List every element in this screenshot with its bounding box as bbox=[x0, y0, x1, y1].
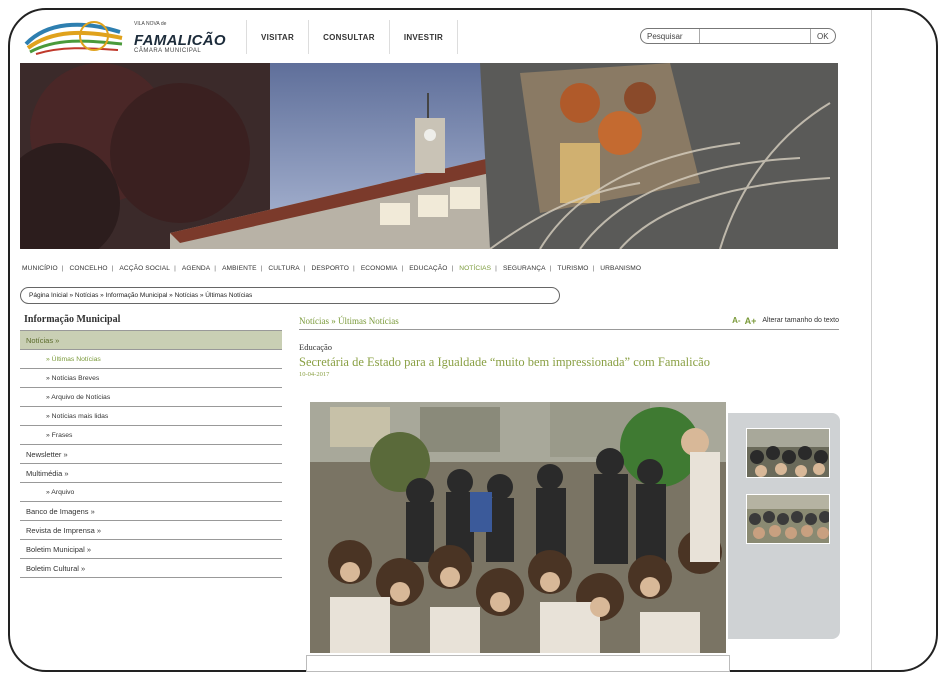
logo-small-text: VILA NOVA de bbox=[134, 21, 167, 27]
nav-separator: | bbox=[214, 265, 217, 272]
nav-noticias[interactable]: NOTÍCIAS bbox=[459, 265, 491, 272]
sidebar-item-ultimas-noticias[interactable]: » Últimas Notícias bbox=[20, 350, 282, 369]
gallery-thumbnail-1[interactable] bbox=[746, 428, 830, 478]
banner-image bbox=[20, 63, 838, 249]
nav-separator: | bbox=[592, 265, 595, 272]
sidebar-item-banco-imagens[interactable]: Banco de Imagens » bbox=[20, 502, 282, 521]
sidebar-item-multimedia[interactable]: Multimédia » bbox=[20, 464, 282, 483]
sidebar-item-arquivo-noticias[interactable]: » Arquivo de Notícias bbox=[20, 388, 282, 407]
tab-consultar[interactable]: CONSULTAR bbox=[308, 20, 389, 54]
sidebar-item-noticias-mais-lidas[interactable]: » Notícias mais lidas bbox=[20, 407, 282, 426]
search-label: Pesquisar bbox=[641, 29, 700, 43]
sidebar-item-noticias-breves[interactable]: » Notícias Breves bbox=[20, 369, 282, 388]
sidebar-title: Informação Municipal bbox=[20, 312, 282, 331]
article-headline: Secretária de Estado para a Igualdade “m… bbox=[299, 355, 710, 369]
sidebar-item-noticias[interactable]: Notícias » bbox=[20, 331, 282, 350]
breadcrumb[interactable]: Página Inicial » Notícias » Informação M… bbox=[20, 287, 560, 304]
nav-separator: | bbox=[111, 265, 114, 272]
font-decrease-button[interactable]: A- bbox=[732, 316, 740, 325]
nav-seguranca[interactable]: SEGURANÇA bbox=[503, 265, 546, 272]
font-size-tools: A- A+ Alterar tamanho do texto bbox=[732, 316, 839, 326]
sidebar-item-arquivo[interactable]: » Arquivo bbox=[20, 483, 282, 502]
nav-educacao[interactable]: EDUCAÇÃO bbox=[409, 265, 447, 272]
logo-swoosh-icon bbox=[24, 21, 123, 55]
famalicao-logo[interactable]: VILA NOVA de FAMALICÃO CÂMARA MUNICIPAL bbox=[22, 14, 232, 60]
nav-economia[interactable]: ECONOMIA bbox=[361, 265, 398, 272]
section-crumb[interactable]: Notícias » Últimas Notícias bbox=[299, 316, 399, 326]
content-header: Notícias » Últimas Notícias A- A+ Altera… bbox=[299, 312, 839, 330]
nav-turismo[interactable]: TURISMO bbox=[557, 265, 588, 272]
sidebar: Informação Municipal Notícias » » Última… bbox=[20, 312, 282, 578]
logo-name: FAMALICÃO bbox=[134, 32, 226, 49]
nav-municipio[interactable]: MUNICÍPIO bbox=[22, 265, 58, 272]
sidebar-item-newsletter[interactable]: Newsletter » bbox=[20, 445, 282, 464]
nav-cultura[interactable]: CULTURA bbox=[268, 265, 299, 272]
sidebar-item-frases[interactable]: » Frases bbox=[20, 426, 282, 445]
gallery-thumbnail-2[interactable] bbox=[746, 494, 830, 544]
nav-separator: | bbox=[353, 265, 355, 272]
nav-accao-social[interactable]: ACÇÃO SOCIAL bbox=[119, 265, 170, 272]
logo-subtitle: CÂMARA MUNICIPAL bbox=[134, 48, 202, 54]
nav-separator: | bbox=[451, 265, 454, 272]
nav-separator: | bbox=[401, 265, 404, 272]
article-date: 10-04-2017 bbox=[299, 371, 330, 378]
nav-separator: | bbox=[495, 265, 497, 272]
nav-separator: | bbox=[260, 265, 263, 272]
nav-desporto[interactable]: DESPORTO bbox=[311, 265, 349, 272]
nav-separator: | bbox=[549, 265, 552, 272]
tab-investir[interactable]: INVESTIR bbox=[388, 20, 459, 54]
article-category: Educação bbox=[299, 342, 333, 352]
nav-agenda[interactable]: AGENDA bbox=[182, 265, 210, 272]
search-box: Pesquisar OK bbox=[640, 28, 836, 44]
font-size-label: Alterar tamanho do texto bbox=[762, 317, 839, 324]
sidebar-item-revista-imprensa[interactable]: Revista de Imprensa » bbox=[20, 521, 282, 540]
nav-ambiente[interactable]: AMBIENTE bbox=[222, 265, 257, 272]
nav-concelho[interactable]: CONCELHO bbox=[69, 265, 107, 272]
search-input[interactable] bbox=[699, 29, 811, 43]
article-main-photo[interactable] bbox=[308, 400, 728, 655]
nav-separator: | bbox=[61, 265, 64, 272]
main-navigation: MUNICÍPIO | CONCELHO | ACÇÃO SOCIAL | AGEND… bbox=[22, 265, 842, 272]
nav-separator: | bbox=[174, 265, 176, 272]
nav-separator: | bbox=[303, 265, 306, 272]
search-ok-button[interactable]: OK bbox=[811, 32, 835, 41]
main-content: Notícias » Últimas Notícias A- A+ Altera… bbox=[299, 312, 839, 378]
tab-visitar[interactable]: VISITAR bbox=[246, 20, 308, 54]
sidebar-item-boletim-municipal[interactable]: Boletim Municipal » bbox=[20, 540, 282, 559]
top-navigation: VISITAR CONSULTAR INVESTIR bbox=[246, 20, 459, 54]
font-increase-button[interactable]: A+ bbox=[745, 316, 757, 326]
sidebar-item-boletim-cultural[interactable]: Boletim Cultural » bbox=[20, 559, 282, 578]
nav-urbanismo[interactable]: URBANISMO bbox=[600, 265, 641, 272]
right-divider bbox=[871, 10, 872, 670]
photo-caption-bar bbox=[306, 655, 730, 672]
